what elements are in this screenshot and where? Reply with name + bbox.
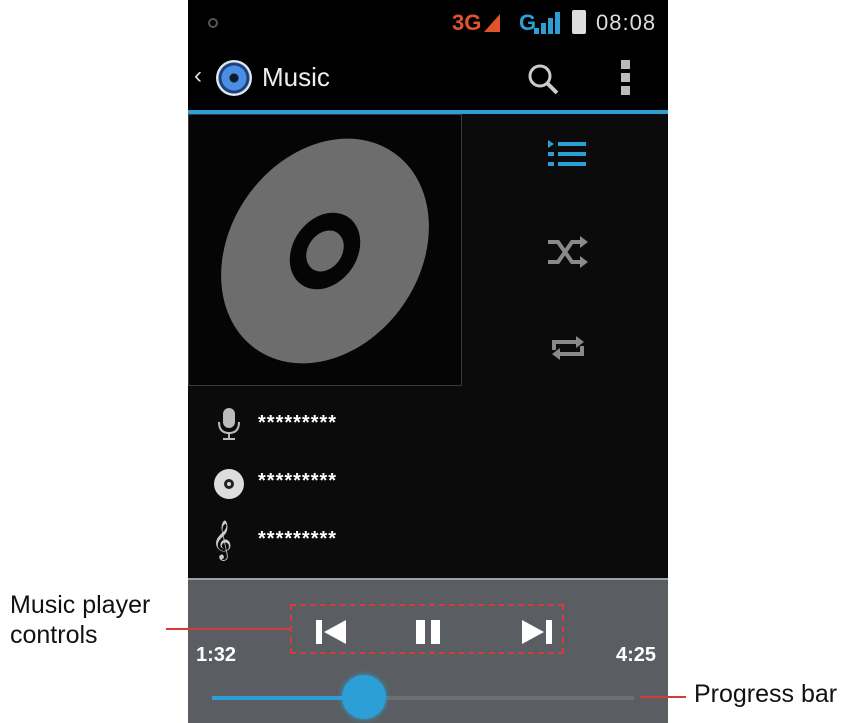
track-info-artist: ********* — [188, 398, 488, 448]
search-icon[interactable] — [526, 62, 560, 96]
track-info-song: 𝄞 ********* — [188, 514, 488, 564]
treble-clef-icon: 𝄞 — [212, 520, 233, 560]
page-title: Music — [262, 62, 330, 92]
track-info-album: ********* — [188, 456, 488, 506]
shuffle-icon[interactable] — [544, 228, 592, 276]
controls-highlight-box — [290, 604, 564, 654]
overflow-menu-icon[interactable] — [618, 60, 632, 100]
chevron-left-icon[interactable]: ‹ — [194, 62, 202, 90]
network-3g-label: 3G — [452, 10, 482, 35]
signal-icon — [534, 12, 560, 34]
artist-name: ********* — [258, 412, 338, 434]
signal-icon — [484, 14, 500, 32]
action-bar: ‹ Music — [188, 48, 668, 110]
microphone-icon — [218, 408, 240, 440]
progress-callout-label: Progress bar — [694, 680, 838, 708]
repeat-icon[interactable] — [544, 324, 592, 372]
progress-callout-line — [640, 696, 686, 698]
elapsed-time: 1:32 — [196, 644, 237, 666]
album-disc-icon — [221, 138, 429, 364]
list-icon[interactable] — [544, 132, 592, 180]
album-icon — [214, 469, 244, 499]
progress-thumb[interactable] — [341, 675, 386, 719]
notification-icon — [208, 18, 218, 28]
progress-bar[interactable] — [212, 675, 634, 719]
controls-callout-label: Music player controls — [10, 591, 151, 649]
album-art — [188, 114, 462, 386]
controls-callout-line — [166, 628, 290, 630]
battery-icon — [572, 10, 586, 34]
song-title: ********* — [258, 528, 338, 550]
status-time: 08:08 — [596, 10, 657, 35]
album-name: ********* — [258, 470, 338, 492]
total-duration: 4:25 — [616, 644, 657, 666]
status-bar: 3G G 08:08 — [188, 0, 668, 48]
music-disc-icon[interactable] — [216, 60, 252, 96]
